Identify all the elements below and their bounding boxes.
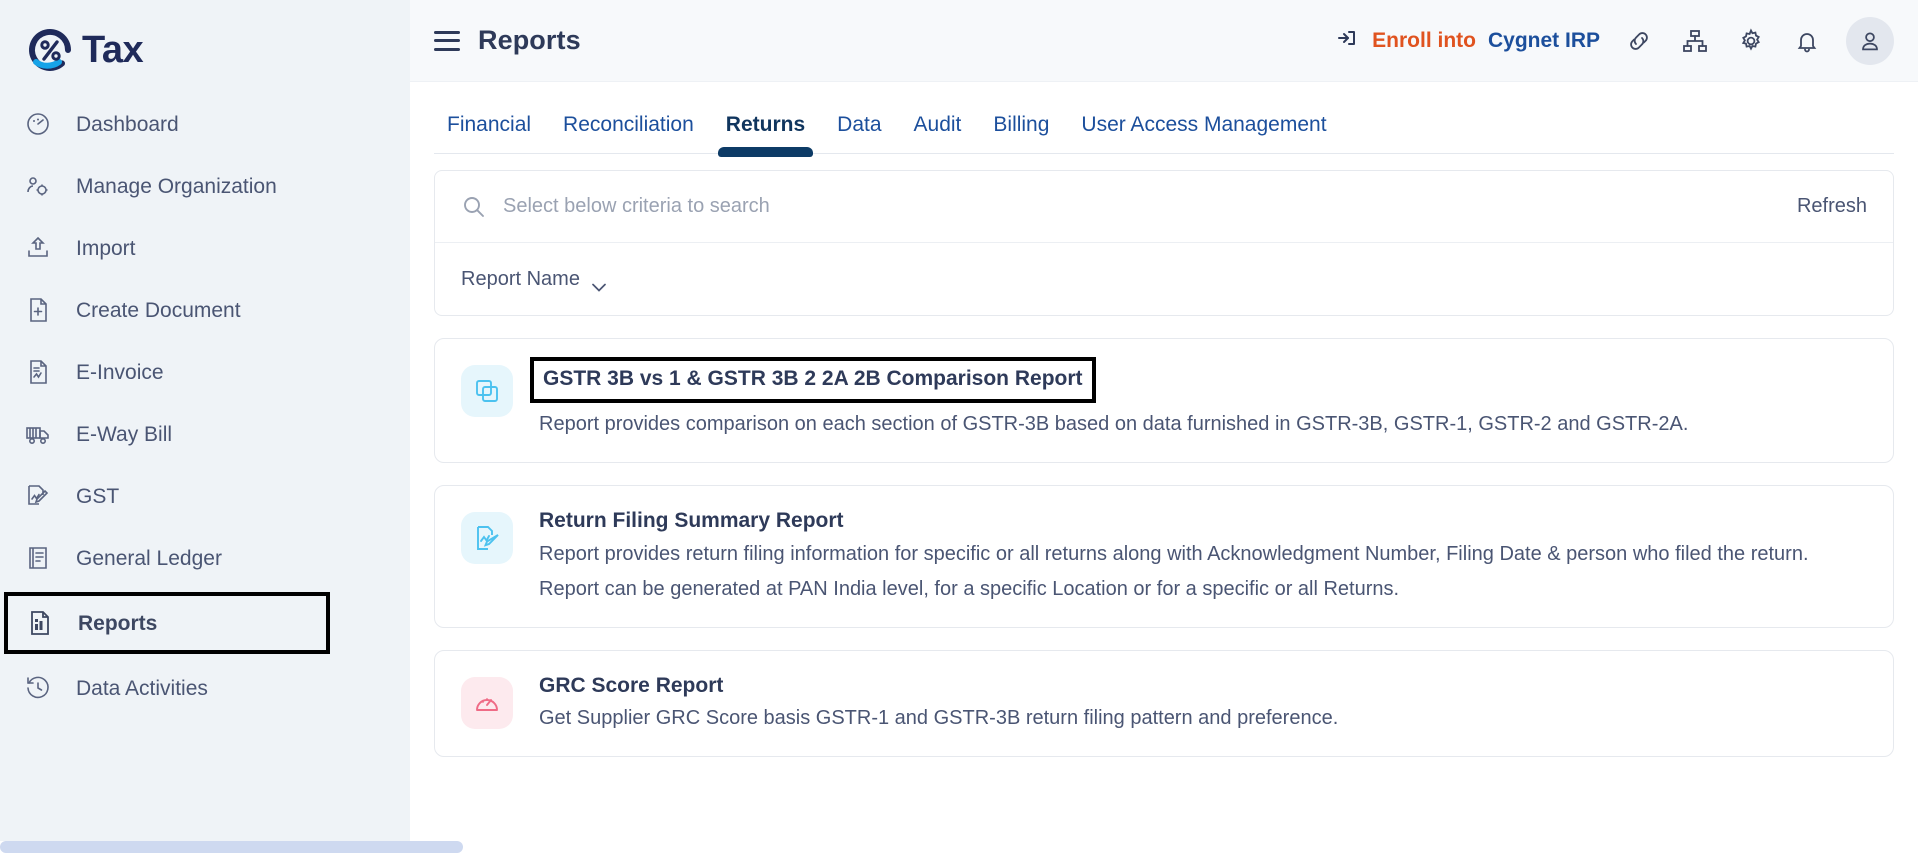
document-pencil-icon [461, 512, 513, 565]
report-card-return-filing-summary[interactable]: Return Filing Summary Report Report prov… [434, 485, 1894, 628]
document-pencil-icon [22, 480, 54, 512]
search-row: Refresh [435, 171, 1893, 243]
sidebar: Tax Dashboard Manage Organization Import… [0, 0, 410, 853]
sidebar-item-label: Reports [78, 611, 158, 635]
main-region: Reports Enroll into Cygnet IRP Financial… [410, 0, 1918, 853]
upload-icon [22, 232, 54, 264]
tab-returns[interactable]: Returns [717, 113, 814, 157]
gauge-icon [461, 676, 513, 729]
truck-icon [22, 418, 54, 450]
report-name-label: Report Name [461, 267, 580, 290]
sidebar-nav: Dashboard Manage Organization Import Cre… [0, 96, 410, 716]
sidebar-item-label: Data Activities [76, 676, 208, 700]
refresh-button[interactable]: Refresh [1797, 195, 1867, 218]
tab-audit[interactable]: Audit [914, 113, 962, 153]
sidebar-item-label: E-Way Bill [76, 422, 173, 446]
sidebar-item-data-activities[interactable]: Data Activities [0, 660, 410, 716]
speedometer-icon [22, 108, 54, 140]
people-gear-icon [22, 170, 54, 202]
tab-data[interactable]: Data [837, 113, 881, 153]
reports-list: GSTR 3B vs 1 & GSTR 3B 2 2A 2B Compariso… [434, 338, 1894, 757]
report-card-gstr-comparison[interactable]: GSTR 3B vs 1 & GSTR 3B 2 2A 2B Compariso… [434, 338, 1894, 464]
search-icon [461, 194, 487, 220]
tabs: Financial Reconciliation Returns Data Au… [434, 82, 1894, 157]
report-card-body: GRC Score Report Get Supplier GRC Score … [539, 673, 1867, 734]
report-card-body: Return Filing Summary Report Report prov… [539, 508, 1867, 604]
tab-financial[interactable]: Financial [447, 113, 531, 153]
enroll-arrow-icon [1336, 26, 1360, 56]
sidebar-item-label: Import [76, 236, 136, 260]
sidebar-item-e-way-bill[interactable]: E-Way Bill [0, 406, 410, 462]
document-plus-icon [22, 294, 54, 326]
scrollbar-thumb[interactable] [0, 841, 463, 853]
brand-name: Tax [82, 29, 144, 71]
report-description: Get Supplier GRC Score basis GSTR-1 and … [539, 706, 1339, 729]
app-root: Tax Dashboard Manage Organization Import… [0, 0, 1918, 853]
sidebar-item-dashboard[interactable]: Dashboard [0, 96, 410, 152]
report-card-grc-score[interactable]: GRC Score Report Get Supplier GRC Score … [434, 649, 1894, 757]
horizontal-scrollbar[interactable] [0, 841, 1918, 853]
sitemap-icon[interactable] [1678, 24, 1712, 58]
sidebar-item-label: GST [76, 484, 120, 508]
gear-icon[interactable] [1734, 24, 1768, 58]
sidebar-item-create-document[interactable]: Create Document [0, 282, 410, 338]
chevron-down-icon [592, 275, 606, 292]
tabs-bar: Financial Reconciliation Returns Data Au… [410, 82, 1918, 157]
page-title: Reports [478, 25, 581, 55]
sidebar-item-label: General Ledger [76, 546, 222, 570]
report-title-link[interactable]: Return Filing Summary Report [539, 508, 844, 534]
tab-billing[interactable]: Billing [993, 113, 1049, 153]
report-description-line2: Report can be generated at PAN India lev… [539, 577, 1400, 600]
enroll-text-primary: Enroll into [1372, 28, 1476, 52]
user-avatar[interactable] [1846, 16, 1894, 65]
sidebar-item-manage-organization[interactable]: Manage Organization [0, 158, 410, 214]
sidebar-item-general-ledger[interactable]: General Ledger [0, 530, 410, 586]
report-title-link[interactable]: GSTR 3B vs 1 & GSTR 3B 2 2A 2B Compariso… [530, 357, 1096, 404]
search-input[interactable] [503, 195, 1797, 218]
sidebar-item-label: Dashboard [76, 112, 179, 136]
content-area: Refresh Report Name [410, 154, 1918, 853]
sidebar-item-e-invoice[interactable]: E-Invoice [0, 344, 410, 400]
search-panel: Refresh Report Name [434, 170, 1894, 316]
link-icon[interactable] [1622, 24, 1656, 58]
report-description: Report provides comparison on each secti… [539, 413, 1689, 436]
criteria-row: Report Name [435, 243, 1893, 315]
topbar: Reports Enroll into Cygnet IRP [410, 0, 1918, 82]
copy-documents-icon [461, 365, 513, 417]
enroll-text-secondary: Cygnet IRP [1487, 28, 1600, 52]
ledger-book-icon [22, 542, 54, 574]
enroll-into-cygnet-irp-button[interactable]: Enroll into Cygnet IRP [1336, 26, 1600, 56]
bar-chart-document-icon [24, 607, 56, 639]
percent-circle-logo-icon [24, 24, 76, 76]
sidebar-item-gst[interactable]: GST [0, 468, 410, 524]
report-name-dropdown[interactable]: Report Name [461, 267, 606, 292]
report-card-body: GSTR 3B vs 1 & GSTR 3B 2 2A 2B Compariso… [530, 357, 1867, 440]
tab-reconciliation[interactable]: Reconciliation [563, 113, 694, 153]
brand-logo[interactable]: Tax [0, 14, 410, 86]
report-title-link[interactable]: GRC Score Report [539, 673, 723, 699]
sidebar-item-label: Manage Organization [76, 174, 277, 198]
bell-icon[interactable] [1790, 24, 1824, 58]
tab-user-access-management[interactable]: User Access Management [1081, 113, 1326, 153]
report-description: Report provides return filing informatio… [539, 542, 1809, 565]
sidebar-item-import[interactable]: Import [0, 220, 410, 276]
hamburger-icon[interactable] [434, 30, 460, 51]
invoice-document-icon [22, 356, 54, 388]
sidebar-item-label: Create Document [76, 298, 241, 322]
sidebar-item-reports[interactable]: Reports [4, 592, 330, 654]
clock-history-icon [22, 672, 54, 704]
topbar-actions: Enroll into Cygnet IRP [1336, 16, 1894, 65]
sidebar-item-label: E-Invoice [76, 360, 164, 384]
